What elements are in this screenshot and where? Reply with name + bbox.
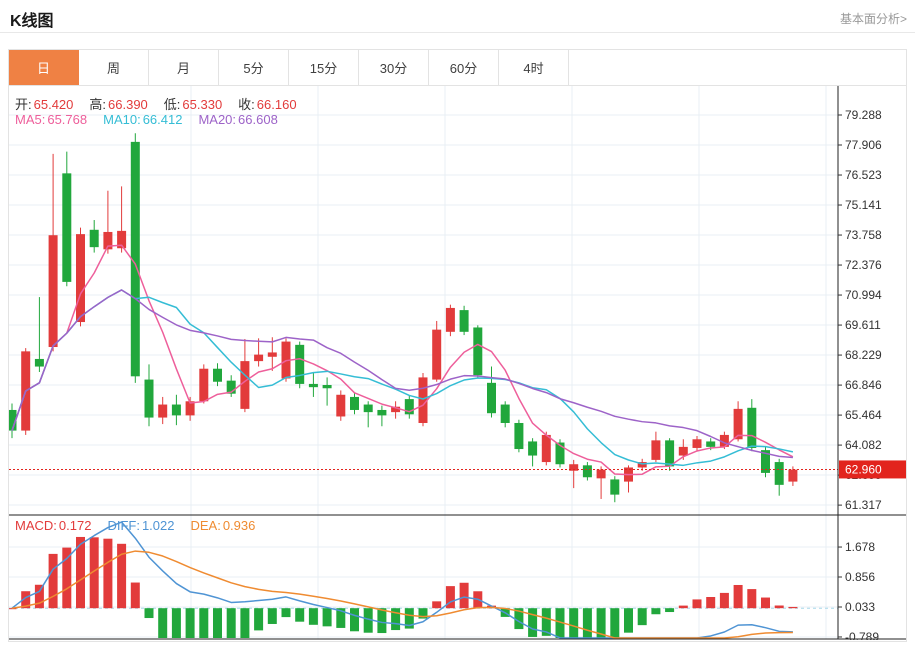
svg-text:65.464: 65.464 — [845, 408, 882, 422]
widget-header: K线图 基本面分析> — [0, 0, 915, 33]
svg-text:75.141: 75.141 — [845, 198, 882, 212]
svg-text:1.678: 1.678 — [845, 540, 875, 554]
page-title: K线图 — [10, 7, 54, 31]
svg-text:79.288: 79.288 — [845, 108, 882, 122]
tab-period-2[interactable]: 月 — [149, 50, 219, 85]
svg-text:64.082: 64.082 — [845, 438, 882, 452]
svg-text:70.994: 70.994 — [845, 288, 882, 302]
svg-text:69.611: 69.611 — [845, 318, 881, 332]
svg-text:66.846: 66.846 — [845, 378, 882, 392]
fundamental-analysis-link[interactable]: 基本面分析> — [840, 10, 907, 27]
tab-period-7[interactable]: 4时 — [499, 50, 569, 85]
tab-period-1[interactable]: 周 — [79, 50, 149, 85]
tab-period-5[interactable]: 30分 — [359, 50, 429, 85]
svg-text:77.906: 77.906 — [845, 138, 882, 152]
svg-text:73.758: 73.758 — [845, 228, 882, 242]
kline-chart[interactable]: 79.288 77.906 76.523 75.141 73.758 72.376 70.9… — [9, 86, 906, 640]
tab-period-4[interactable]: 15分 — [289, 50, 359, 85]
svg-text:61.317: 61.317 — [845, 498, 882, 512]
current-price-badge: 62.960 — [845, 462, 882, 476]
svg-text:0.856: 0.856 — [845, 570, 875, 584]
tab-period-0[interactable]: 日 — [9, 50, 79, 85]
tab-period-6[interactable]: 60分 — [429, 50, 499, 85]
svg-text:76.523: 76.523 — [845, 168, 882, 182]
period-tabs: 日周月5分15分30分60分4时 — [8, 49, 907, 86]
tabs-filler — [569, 50, 906, 85]
svg-text:0.033: 0.033 — [845, 600, 875, 614]
chart-container: 开:65.420高:66.390低:65.330收:66.160 MA5:65.… — [8, 86, 907, 642]
svg-text:72.376: 72.376 — [845, 258, 882, 272]
svg-text:68.229: 68.229 — [845, 348, 882, 362]
tab-period-3[interactable]: 5分 — [219, 50, 289, 85]
svg-text:-0.789: -0.789 — [845, 630, 879, 640]
